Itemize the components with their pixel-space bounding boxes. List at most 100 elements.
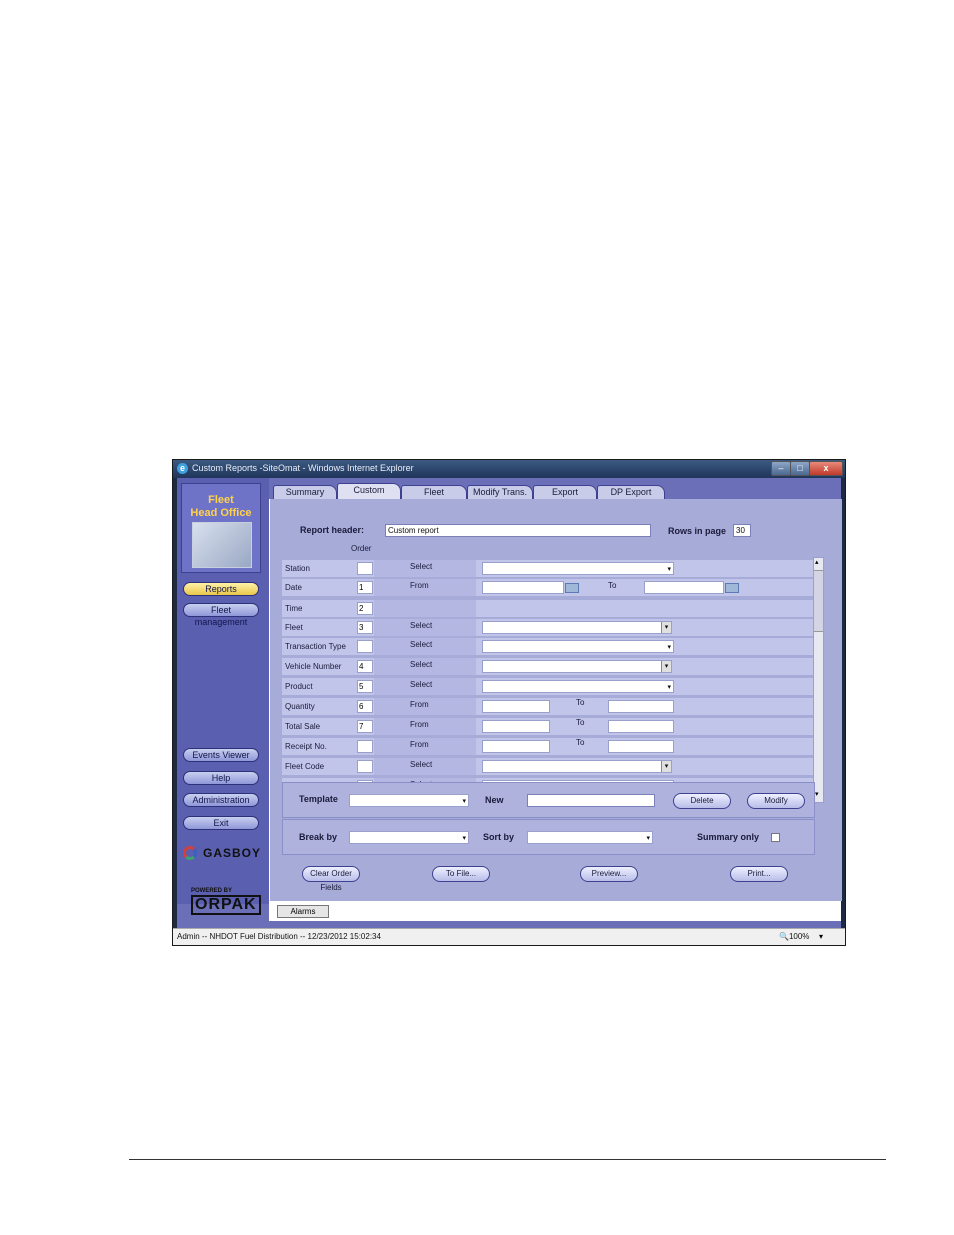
filter-order-input[interactable]: 2: [357, 602, 373, 615]
filter-operator-cell: [374, 600, 476, 617]
filter-order-input[interactable]: 7: [357, 720, 373, 733]
chevron-down-icon: ▾: [667, 566, 671, 573]
nav-administration-button[interactable]: Administration: [183, 793, 259, 807]
filter-operator-label: Select: [410, 760, 433, 769]
range-to-input[interactable]: [608, 700, 674, 713]
chevron-down-icon: ▾: [667, 684, 671, 691]
tab-dp-export[interactable]: DP Export: [597, 485, 665, 499]
rows-in-page-input[interactable]: 30: [733, 524, 751, 537]
filter-row: Total Sale 7 From To: [282, 718, 813, 736]
range-from-input[interactable]: [482, 700, 550, 713]
modify-template-button[interactable]: Modify: [747, 793, 805, 809]
nav-reports-button[interactable]: Reports: [183, 582, 259, 596]
preview-button[interactable]: Preview...: [580, 866, 638, 882]
ie-icon: e: [177, 463, 188, 474]
tab-custom[interactable]: Custom: [337, 483, 401, 500]
filter-field-label: Product: [285, 682, 313, 691]
template-section: Template ▾ New Delete Modify: [282, 782, 815, 818]
filter-order-input[interactable]: 1: [357, 581, 373, 594]
range-from-input[interactable]: [482, 740, 550, 753]
filter-value-dropdown[interactable]: ▾: [482, 680, 674, 693]
gasboy-wordmark: GASBOY: [203, 846, 262, 860]
gasboy-logo: GASBOY: [183, 844, 263, 864]
range-to-input[interactable]: [608, 720, 674, 733]
chevron-down-icon: ▾: [661, 622, 671, 633]
nav-exit-button[interactable]: Exit: [183, 816, 259, 830]
range-to-label: To: [576, 718, 585, 727]
filter-order-input[interactable]: [357, 740, 373, 753]
calendar-icon[interactable]: [725, 583, 739, 593]
filter-order-input[interactable]: 4: [357, 660, 373, 673]
order-column-header: Order: [351, 544, 372, 553]
tab-fleet[interactable]: Fleet: [401, 485, 467, 499]
clear-order-fields-button[interactable]: Clear Order Fields: [302, 866, 360, 892]
filter-field-label: Vehicle Number: [285, 662, 342, 671]
filter-value-cell: [476, 600, 813, 617]
title-bar[interactable]: e Custom Reports -SiteOmat - Windows Int…: [173, 460, 845, 478]
summary-only-checkbox[interactable]: [771, 833, 780, 842]
filter-order-input[interactable]: [357, 760, 373, 773]
status-bar: Admin -- NHDOT Fuel Distribution -- 12/2…: [173, 928, 845, 945]
alarms-button[interactable]: Alarms: [277, 905, 329, 918]
close-button[interactable]: x: [809, 461, 843, 476]
filter-order-input[interactable]: [357, 640, 373, 653]
filter-row: Transaction Type Select ▾: [282, 638, 813, 656]
zoom-dropdown-icon[interactable]: ▾: [819, 932, 823, 941]
break-by-dropdown[interactable]: ▾: [349, 831, 469, 844]
filter-field-label: Total Sale: [285, 722, 321, 731]
scroll-down-icon[interactable]: ▾: [815, 790, 819, 798]
sort-by-dropdown[interactable]: ▾: [527, 831, 653, 844]
report-header-input[interactable]: Custom report: [385, 524, 651, 537]
zoom-level[interactable]: 🔍100%: [779, 932, 809, 941]
to-file-button[interactable]: To File...: [432, 866, 490, 882]
filter-order-input[interactable]: [357, 562, 373, 575]
date-to-input[interactable]: [644, 581, 724, 594]
minimize-button[interactable]: –: [771, 461, 791, 476]
status-text: Admin -- NHDOT Fuel Distribution -- 12/2…: [177, 932, 381, 941]
scroll-thumb[interactable]: [814, 570, 823, 632]
tab-export[interactable]: Export: [533, 485, 597, 499]
delete-template-button[interactable]: Delete: [673, 793, 731, 809]
tab-summary[interactable]: Summary: [273, 485, 337, 499]
rows-in-page-label: Rows in page: [668, 526, 727, 536]
filter-field-label: Receipt No.: [285, 742, 327, 751]
chevron-down-icon: ▾: [661, 761, 671, 772]
filter-value-dropdown[interactable]: ▾: [482, 562, 674, 575]
tab-modify-trans[interactable]: Modify Trans.: [467, 485, 533, 499]
chevron-down-icon: ▾: [462, 835, 466, 842]
nav-events-viewer-button[interactable]: Events Viewer: [183, 748, 259, 762]
filter-operator-label: From: [410, 720, 429, 729]
scroll-up-icon[interactable]: ▴: [815, 558, 819, 566]
date-to-label: To: [608, 581, 617, 590]
page-footer-rule: [129, 1159, 886, 1160]
filter-order-input[interactable]: 6: [357, 700, 373, 713]
filter-field-label: Fleet: [285, 623, 303, 632]
range-to-label: To: [576, 698, 585, 707]
calendar-icon[interactable]: [565, 583, 579, 593]
new-template-input[interactable]: [527, 794, 655, 807]
chevron-down-icon: ▾: [462, 798, 466, 805]
range-from-input[interactable]: [482, 720, 550, 733]
filter-value-dropdown[interactable]: ▾: [482, 760, 672, 773]
filter-value-dropdown[interactable]: ▾: [482, 660, 672, 673]
chevron-down-icon: ▾: [661, 661, 671, 672]
chevron-down-icon: ▾: [667, 644, 671, 651]
template-dropdown[interactable]: ▾: [349, 794, 469, 807]
filter-order-input[interactable]: 5: [357, 680, 373, 693]
filter-row: Vehicle Number 4 Select ▾: [282, 658, 813, 676]
nav-fleet-management-button[interactable]: Fleet management: [183, 603, 259, 627]
date-from-input[interactable]: [482, 581, 564, 594]
range-to-input[interactable]: [608, 740, 674, 753]
print-button[interactable]: Print...: [730, 866, 788, 882]
filter-order-input[interactable]: 3: [357, 621, 373, 634]
maximize-button[interactable]: □: [790, 461, 810, 476]
filter-value-dropdown[interactable]: ▾: [482, 640, 674, 653]
alarms-bar: Alarms: [269, 901, 841, 921]
filter-value-dropdown[interactable]: ▾: [482, 621, 672, 634]
filter-field-label: Quantity: [285, 702, 315, 711]
powered-by-text: POWERED BY: [191, 888, 233, 894]
filter-operator-label: From: [410, 700, 429, 709]
filter-field-label: Date: [285, 583, 302, 592]
vertical-scrollbar[interactable]: ▴ ▾: [813, 557, 824, 803]
nav-help-button[interactable]: Help: [183, 771, 259, 785]
